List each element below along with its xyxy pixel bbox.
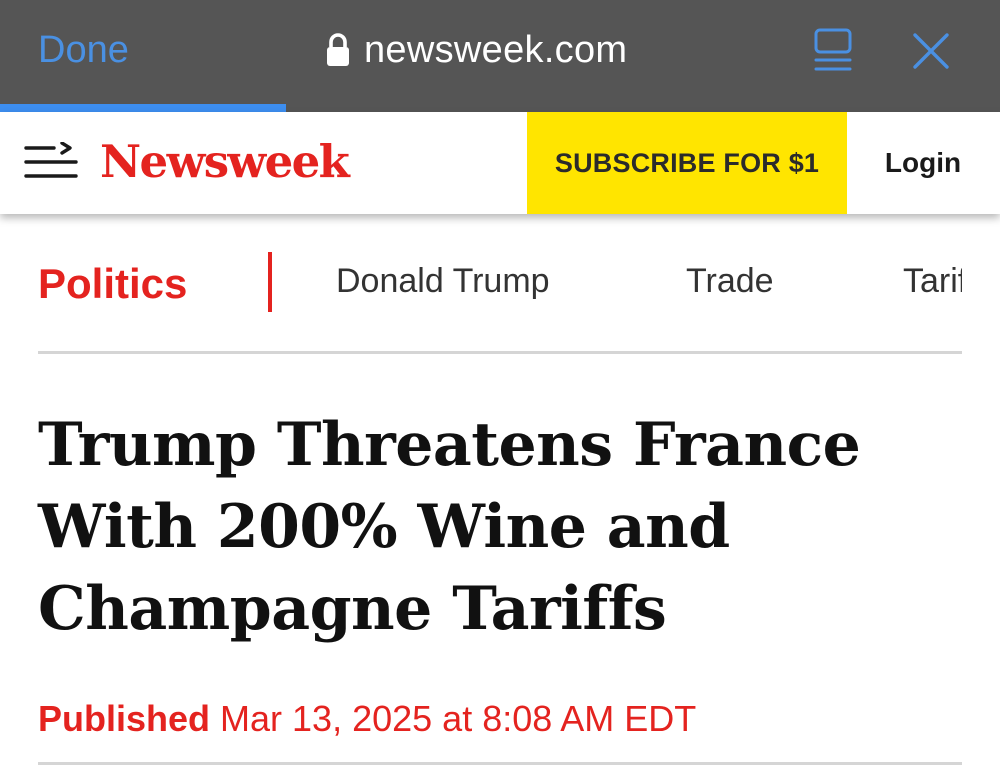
site-header: Newsweek SUBSCRIBE FOR $1 Login [0,112,1000,214]
browser-toolbar: Done newsweek.com [0,0,1000,112]
headline-line: Trump Threatens France [38,410,861,480]
section-label-politics[interactable]: Politics [38,256,187,312]
topic-link-donald-trump[interactable]: Donald Trump [336,256,550,306]
address-bar[interactable]: newsweek.com [326,26,627,74]
published-date: Mar 13, 2025 at 8:08 AM EDT [220,698,697,739]
subscribe-button[interactable]: SUBSCRIBE FOR $1 [527,112,847,214]
byline-divider [38,762,962,765]
done-button[interactable]: Done [38,28,129,72]
nav-divider [38,351,962,354]
section-nav: Politics Donald Trump Trade Tariffs [0,214,1000,354]
headline-line: With 200% Wine and [38,492,730,562]
topic-link-trade[interactable]: Trade [686,256,774,306]
publish-info: Published Mar 13, 2025 at 8:08 AM EDT [38,694,696,744]
reader-view-icon[interactable] [812,27,854,73]
topic-scroller[interactable]: Politics Donald Trump Trade Tariffs [0,214,962,354]
login-button[interactable]: Login [848,112,1000,214]
newsweek-logo[interactable]: Newsweek [100,132,350,192]
published-label: Published [38,698,211,739]
section-divider [268,252,272,312]
topic-link-tariffs[interactable]: Tariffs [903,256,962,306]
lock-icon [327,33,349,66]
close-icon[interactable] [912,32,950,70]
headline-line: Champagne Tariffs [38,574,667,644]
page-load-progress [0,104,286,112]
url-text: newsweek.com [364,29,628,71]
menu-icon[interactable] [24,142,78,182]
article-headline: Trump Threatens France With 200% Wine an… [38,404,938,650]
